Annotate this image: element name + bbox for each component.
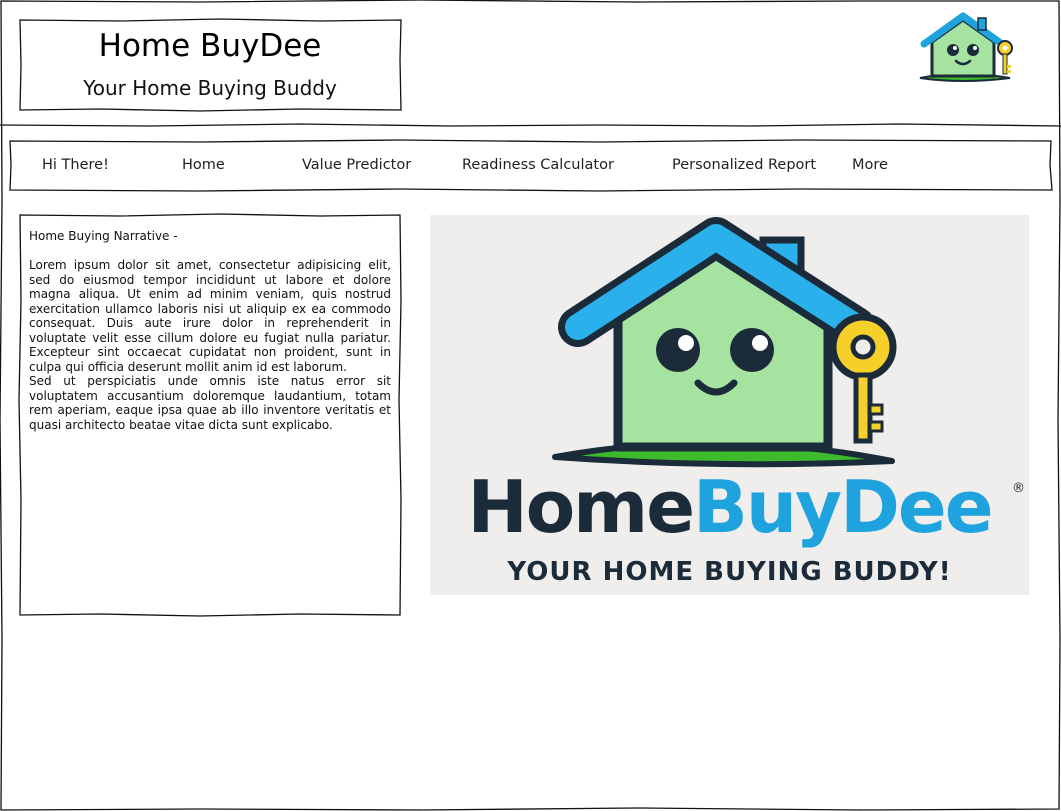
house-key-mascot-icon[interactable] — [912, 10, 1018, 90]
brand-wordmark: HomeBuyDee — [430, 467, 1029, 547]
nav-item-home[interactable]: Home — [182, 157, 225, 173]
brand-tagline: YOUR HOME BUYING BUDDY! — [507, 557, 952, 587]
nav-item-more[interactable]: More — [852, 157, 888, 173]
narrative-body: Lorem ipsum dolor sit amet, consectetur … — [29, 258, 391, 432]
nav-item-hi-there[interactable]: Hi There! — [42, 157, 109, 173]
narrative-panel: Home Buying Narrative - Lorem ipsum dolo… — [29, 229, 391, 432]
brand-wordmark-buydee: BuyDee — [693, 465, 993, 549]
brand-wordmark-home: Home — [467, 465, 695, 549]
nav-item-personalized-report[interactable]: Personalized Report — [672, 157, 816, 173]
nav-item-readiness-calculator[interactable]: Readiness Calculator — [462, 157, 614, 173]
hero-brand-image: HomeBuyDee ® YOUR HOME BUYING BUDDY! — [430, 215, 1029, 595]
nav-item-value-predictor[interactable]: Value Predictor — [302, 157, 411, 173]
narrative-heading: Home Buying Narrative - — [29, 229, 178, 243]
site-title: Home BuyDee — [98, 28, 322, 64]
registered-mark: ® — [1012, 481, 1025, 496]
site-subtitle: Your Home Buying Buddy — [83, 76, 337, 100]
